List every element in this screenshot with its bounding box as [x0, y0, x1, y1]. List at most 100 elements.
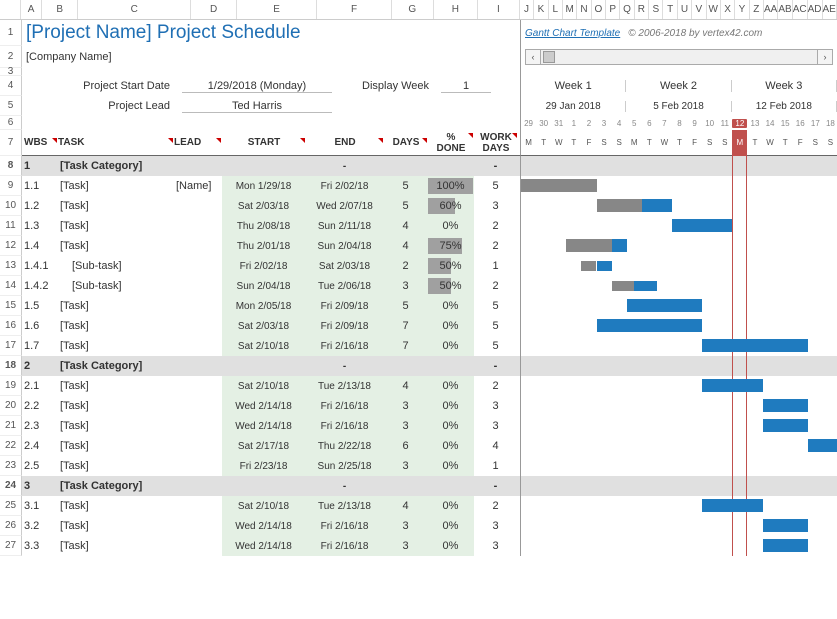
cell-task[interactable]: [Task] [58, 416, 174, 436]
cell-end[interactable]: Fri 2/09/18 [306, 296, 384, 316]
cell-wbs[interactable]: 1.2 [22, 196, 58, 216]
cell-pct[interactable]: 50% [428, 256, 474, 276]
cell-wd[interactable]: - [474, 476, 518, 496]
cell-lead[interactable] [174, 336, 222, 356]
cell-start[interactable]: Sat 2/17/18 [222, 436, 306, 456]
cell-lead[interactable] [174, 496, 222, 516]
cell-lead[interactable] [174, 156, 222, 176]
cell-days[interactable]: 3 [384, 416, 428, 436]
row-header[interactable]: 2 [0, 46, 22, 68]
col-header-N[interactable]: N [577, 0, 591, 19]
cell-days[interactable]: 4 [384, 236, 428, 256]
display-week-value[interactable]: 1 [441, 80, 491, 93]
cell-wd[interactable]: 5 [474, 176, 518, 196]
cell-pct[interactable]: 0% [428, 316, 474, 336]
cell-wd[interactable]: 2 [474, 216, 518, 236]
cell-end[interactable]: Fri 2/16/18 [306, 336, 384, 356]
spreadsheet[interactable]: 1[Project Name] Project ScheduleGantt Ch… [0, 20, 837, 556]
cell-lead[interactable] [174, 536, 222, 556]
gantt-bar-done[interactable] [566, 239, 611, 252]
gantt-bar[interactable] [672, 219, 732, 232]
cell-pct[interactable]: 0% [428, 436, 474, 456]
scroll-thumb[interactable] [543, 51, 555, 63]
cell-task[interactable]: [Task] [58, 516, 174, 536]
row-header[interactable]: 14 [0, 276, 22, 296]
col-header-G[interactable]: G [392, 0, 434, 19]
col-header-AC[interactable]: AC [793, 0, 808, 19]
cell-wd[interactable]: 3 [474, 536, 518, 556]
col-header-O[interactable]: O [592, 0, 606, 19]
cell-pct[interactable]: 0% [428, 396, 474, 416]
row-header[interactable]: 4 [0, 76, 22, 96]
cell-pct[interactable]: 0% [428, 416, 474, 436]
row-header[interactable]: 27 [0, 536, 22, 556]
cell-days[interactable]: 5 [384, 296, 428, 316]
cell-end[interactable]: Wed 2/07/18 [306, 196, 384, 216]
cell-wbs[interactable]: 1.7 [22, 336, 58, 356]
cell-wbs[interactable]: 1.4 [22, 236, 58, 256]
row-header[interactable]: 24 [0, 476, 22, 496]
gantt-bar[interactable] [597, 261, 612, 271]
cell-lead[interactable] [174, 216, 222, 236]
cell-pct[interactable]: 100% [428, 176, 474, 196]
cell-start[interactable]: Sat 2/03/18 [222, 316, 306, 336]
cell-wd[interactable]: 2 [474, 496, 518, 516]
cell-start[interactable]: Mon 2/05/18 [222, 296, 306, 316]
cell-days[interactable]: 5 [384, 176, 428, 196]
cell-lead[interactable] [174, 376, 222, 396]
cell-lead[interactable] [174, 296, 222, 316]
cell-task[interactable]: [Task Category] [58, 356, 174, 376]
header-days[interactable]: DAYS [384, 137, 428, 148]
lead-value[interactable]: Ted Harris [182, 100, 332, 113]
cell-pct[interactable]: 0% [428, 496, 474, 516]
gantt-bar[interactable] [612, 239, 627, 252]
cell-wd[interactable]: 5 [474, 296, 518, 316]
cell-wbs[interactable]: 3.1 [22, 496, 58, 516]
gantt-bar-done[interactable] [612, 281, 635, 291]
cell-wd[interactable]: 2 [474, 236, 518, 256]
cell-wbs[interactable]: 2.2 [22, 396, 58, 416]
row-header[interactable]: 26 [0, 516, 22, 536]
gantt-bar[interactable] [763, 399, 808, 412]
cell-end[interactable]: Tue 2/13/18 [306, 376, 384, 396]
cell-start[interactable] [222, 476, 306, 496]
cell-end[interactable]: Sun 2/11/18 [306, 216, 384, 236]
cell-end[interactable]: Tue 2/13/18 [306, 496, 384, 516]
cell-end[interactable]: Sun 2/04/18 [306, 236, 384, 256]
cell-wd[interactable]: 2 [474, 376, 518, 396]
header-start[interactable]: START [222, 137, 306, 148]
cell-lead[interactable]: [Name] [174, 176, 222, 196]
gantt-bar[interactable] [702, 339, 808, 352]
gantt-bar[interactable] [597, 319, 703, 332]
cell-pct[interactable]: 0% [428, 216, 474, 236]
col-header-AB[interactable]: AB [778, 0, 792, 19]
gantt-bar[interactable] [763, 519, 808, 532]
cell-end[interactable]: - [306, 156, 384, 176]
cell-wd[interactable]: - [474, 356, 518, 376]
cell-end[interactable]: Fri 2/02/18 [306, 176, 384, 196]
row-header[interactable]: 17 [0, 336, 22, 356]
cell-task[interactable]: [Task] [58, 196, 174, 216]
cell-days[interactable]: 7 [384, 336, 428, 356]
cell-task[interactable]: [Task] [58, 216, 174, 236]
col-header-B[interactable]: B [42, 0, 78, 19]
cell-wd[interactable]: 3 [474, 196, 518, 216]
cell-task[interactable]: [Task] [58, 456, 174, 476]
start-date-value[interactable]: 1/29/2018 (Monday) [182, 80, 332, 93]
cell-wd[interactable]: 3 [474, 516, 518, 536]
cell-task[interactable]: [Task] [58, 536, 174, 556]
cell-task[interactable]: [Task Category] [58, 476, 174, 496]
gantt-bar[interactable] [702, 499, 762, 512]
cell-lead[interactable] [174, 316, 222, 336]
cell-wbs[interactable]: 2.1 [22, 376, 58, 396]
col-header-AE[interactable]: AE [823, 0, 837, 19]
row-header[interactable]: 16 [0, 316, 22, 336]
header-task[interactable]: TASK [58, 137, 174, 148]
cell-start[interactable]: Mon 1/29/18 [222, 176, 306, 196]
cell-wd[interactable]: 2 [474, 276, 518, 296]
cell-start[interactable] [222, 356, 306, 376]
cell-wbs[interactable]: 2.5 [22, 456, 58, 476]
col-header-I[interactable]: I [478, 0, 520, 19]
cell-task[interactable]: [Task] [58, 176, 174, 196]
row-header[interactable]: 5 [0, 96, 22, 116]
